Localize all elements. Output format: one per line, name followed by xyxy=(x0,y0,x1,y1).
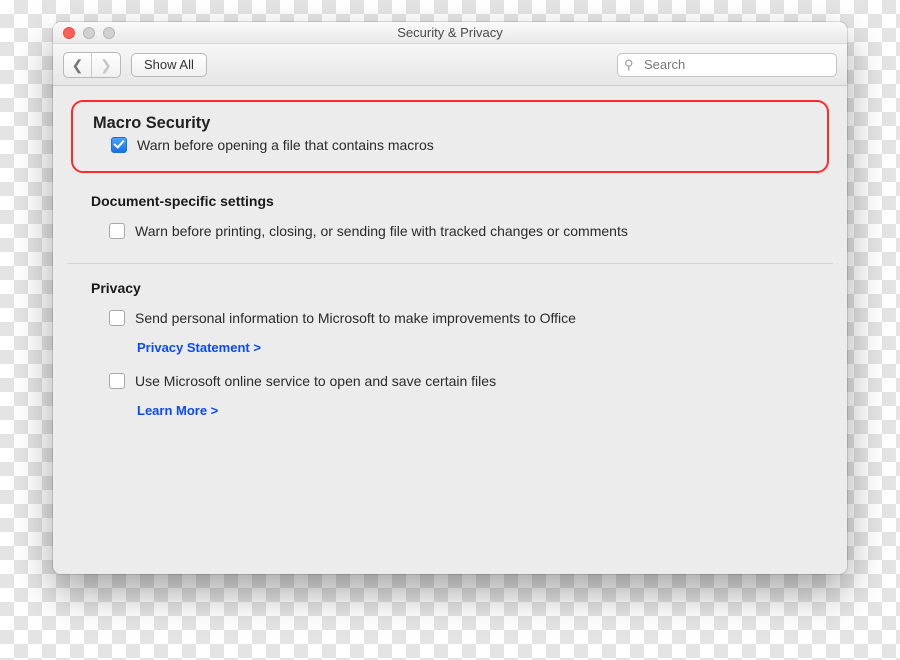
warn-tracked-checkbox[interactable] xyxy=(109,223,125,239)
forward-button[interactable]: ❯ xyxy=(92,53,120,77)
privacy-statement-link[interactable]: Privacy Statement > xyxy=(91,330,261,361)
zoom-window-button[interactable] xyxy=(103,27,115,39)
send-info-label: Send personal information to Microsoft t… xyxy=(135,310,576,326)
preferences-window: Security & Privacy ❮ ❯ Show All ⚲ Macro … xyxy=(53,22,847,574)
send-info-row: Send personal information to Microsoft t… xyxy=(91,306,809,330)
online-service-label: Use Microsoft online service to open and… xyxy=(135,373,496,389)
privacy-section: Privacy Send personal information to Mic… xyxy=(67,263,833,444)
warn-macros-row: Warn before opening a file that contains… xyxy=(93,133,807,157)
nav-back-forward: ❮ ❯ xyxy=(63,52,121,78)
warn-macros-checkbox[interactable] xyxy=(111,137,127,153)
macro-security-highlight: Macro Security Warn before opening a fil… xyxy=(71,100,829,173)
window-title: Security & Privacy xyxy=(53,25,847,40)
warn-tracked-row: Warn before printing, closing, or sendin… xyxy=(91,219,809,243)
search-input[interactable] xyxy=(617,53,837,77)
online-service-checkbox[interactable] xyxy=(109,373,125,389)
online-service-row: Use Microsoft online service to open and… xyxy=(91,369,809,393)
content-area: Macro Security Warn before opening a fil… xyxy=(53,86,847,574)
chevron-right-icon: ❯ xyxy=(100,58,112,72)
close-window-button[interactable] xyxy=(63,27,75,39)
learn-more-link[interactable]: Learn More > xyxy=(91,393,218,424)
warn-tracked-label: Warn before printing, closing, or sendin… xyxy=(135,223,628,239)
titlebar: Security & Privacy xyxy=(53,22,847,44)
warn-macros-label: Warn before opening a file that contains… xyxy=(137,137,434,153)
document-specific-heading: Document-specific settings xyxy=(91,193,809,209)
search-wrap: ⚲ xyxy=(617,53,837,77)
minimize-window-button[interactable] xyxy=(83,27,95,39)
back-button[interactable]: ❮ xyxy=(64,53,92,77)
send-info-checkbox[interactable] xyxy=(109,310,125,326)
privacy-heading: Privacy xyxy=(91,280,809,296)
toolbar: ❮ ❯ Show All ⚲ xyxy=(53,44,847,86)
show-all-button[interactable]: Show All xyxy=(131,53,207,77)
document-specific-section: Document-specific settings Warn before p… xyxy=(67,177,833,263)
macro-security-heading: Macro Security xyxy=(93,114,807,133)
chevron-left-icon: ❮ xyxy=(72,58,84,72)
traffic-lights xyxy=(53,27,115,39)
